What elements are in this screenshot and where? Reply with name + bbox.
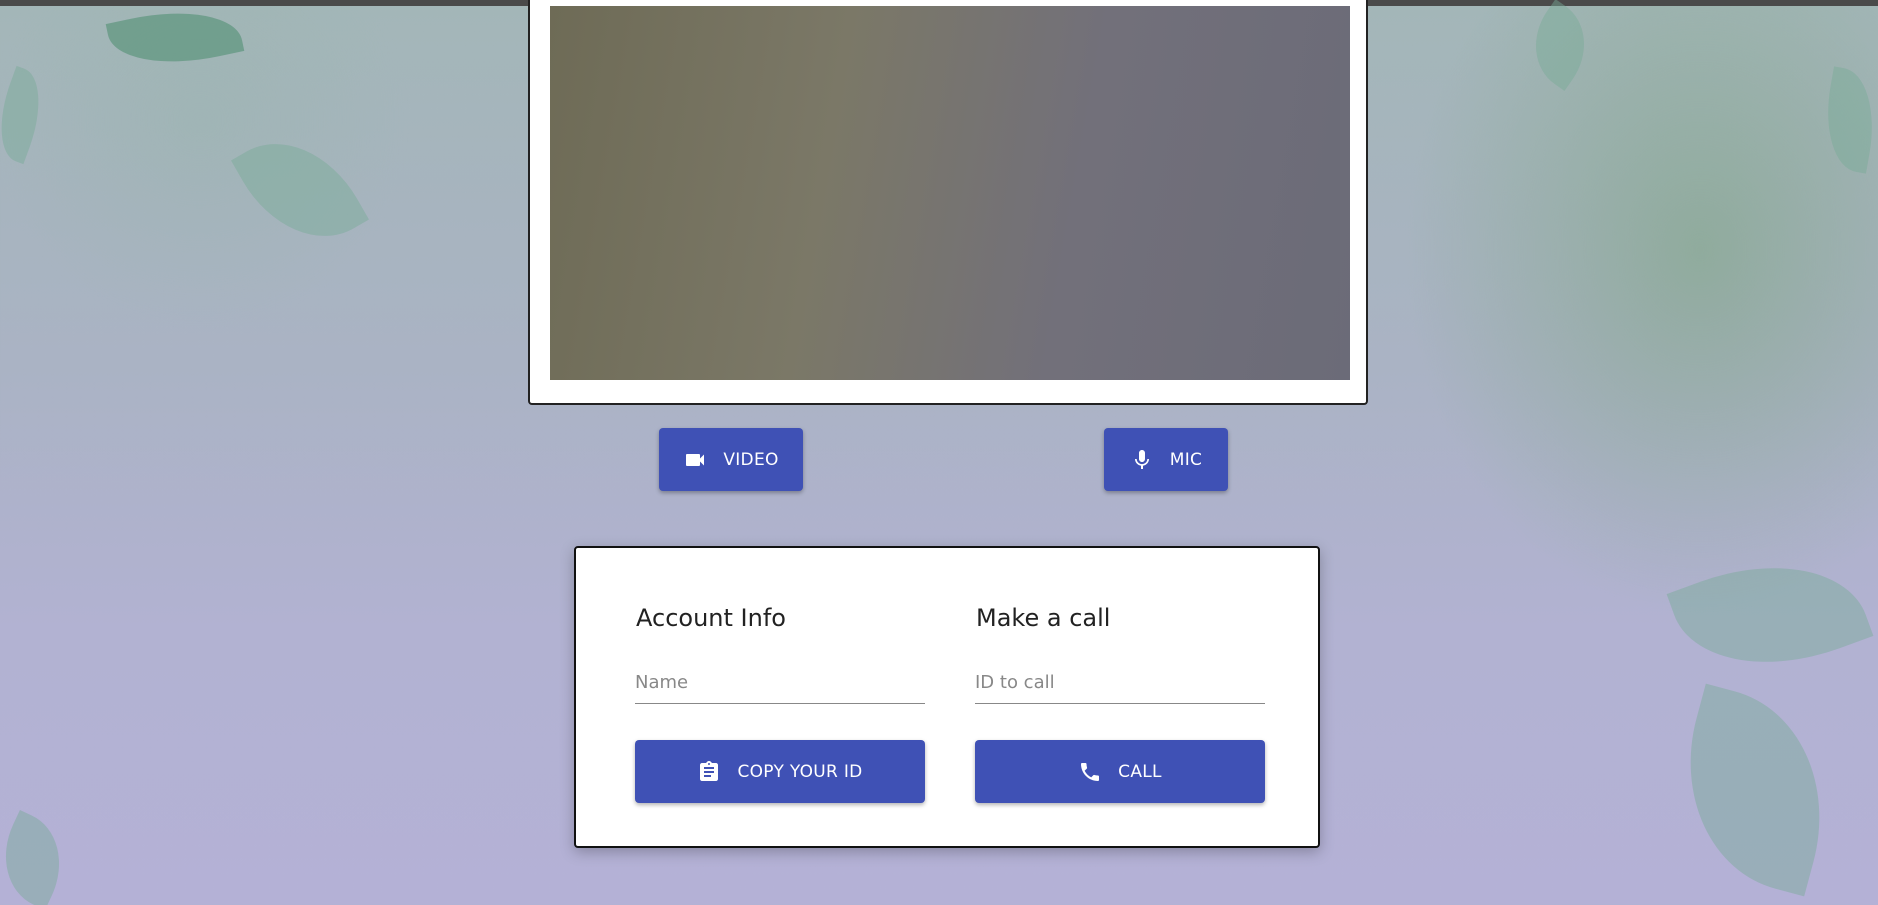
mic-button-label: MIC (1169, 449, 1203, 470)
leaf-decoration (1816, 66, 1878, 174)
local-video-feed (550, 6, 1350, 380)
mic-toggle-button[interactable]: MIC (1104, 428, 1228, 491)
videocam-icon (683, 448, 707, 472)
leaf-decoration (1666, 532, 1874, 698)
copy-id-button[interactable]: COPY YOUR ID (635, 740, 925, 803)
copy-id-label: COPY YOUR ID (737, 761, 863, 782)
video-toggle-button[interactable]: VIDEO (659, 428, 803, 491)
leaf-decoration (1659, 683, 1851, 897)
leaf-decoration (105, 0, 245, 78)
make-call-title: Make a call (976, 604, 1111, 632)
account-info-title: Account Info (636, 604, 786, 632)
call-button[interactable]: CALL (975, 740, 1265, 803)
leaf-decoration (231, 115, 369, 265)
leaf-decoration (0, 65, 55, 165)
leaf-decoration (1515, 0, 1605, 91)
call-label: CALL (1118, 761, 1162, 782)
video-preview-frame (528, 0, 1368, 405)
call-panel-card: Account Info Make a call COPY YOUR ID CA… (574, 546, 1320, 848)
phone-icon (1078, 760, 1102, 784)
mic-icon (1130, 448, 1154, 472)
clipboard-icon (697, 760, 721, 784)
leaf-decoration (0, 810, 79, 905)
name-input[interactable] (635, 668, 925, 704)
video-button-label: VIDEO (723, 449, 779, 470)
id-to-call-input[interactable] (975, 668, 1265, 704)
